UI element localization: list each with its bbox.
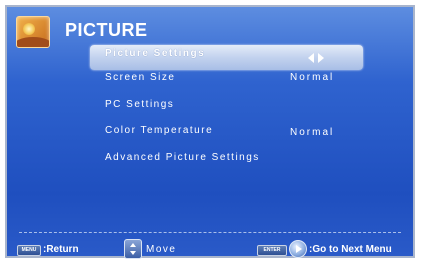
return-hint: :Return bbox=[43, 244, 79, 255]
move-updown-icon bbox=[124, 239, 142, 259]
menu-item-color-temperature[interactable]: Color Temperature bbox=[105, 125, 213, 136]
footer-divider bbox=[19, 232, 401, 233]
color-temperature-value: Normal bbox=[290, 127, 335, 138]
play-icon bbox=[289, 240, 307, 258]
picture-menu-window: PICTURE Picture Settings Screen Size Nor… bbox=[5, 5, 415, 259]
next-menu-hint: :Go to Next Menu bbox=[309, 244, 392, 255]
move-hint: Move bbox=[146, 244, 177, 255]
menu-item-advanced-picture-settings[interactable]: Advanced Picture Settings bbox=[105, 152, 260, 163]
left-right-arrows-icon bbox=[308, 53, 326, 63]
picture-icon bbox=[16, 16, 50, 48]
menu-title: PICTURE bbox=[65, 20, 148, 40]
menu-key-icon: MENU bbox=[17, 245, 41, 256]
footer-bar: MENU :Return Move ENTER :Go to Next Menu bbox=[7, 239, 413, 259]
screen-size-value: Normal bbox=[290, 72, 335, 83]
menu-item-pc-settings[interactable]: PC Settings bbox=[105, 99, 174, 110]
enter-key-icon: ENTER bbox=[257, 245, 287, 256]
menu-item-picture-settings[interactable]: Picture Settings bbox=[105, 48, 205, 59]
menu-item-screen-size[interactable]: Screen Size bbox=[105, 72, 175, 83]
